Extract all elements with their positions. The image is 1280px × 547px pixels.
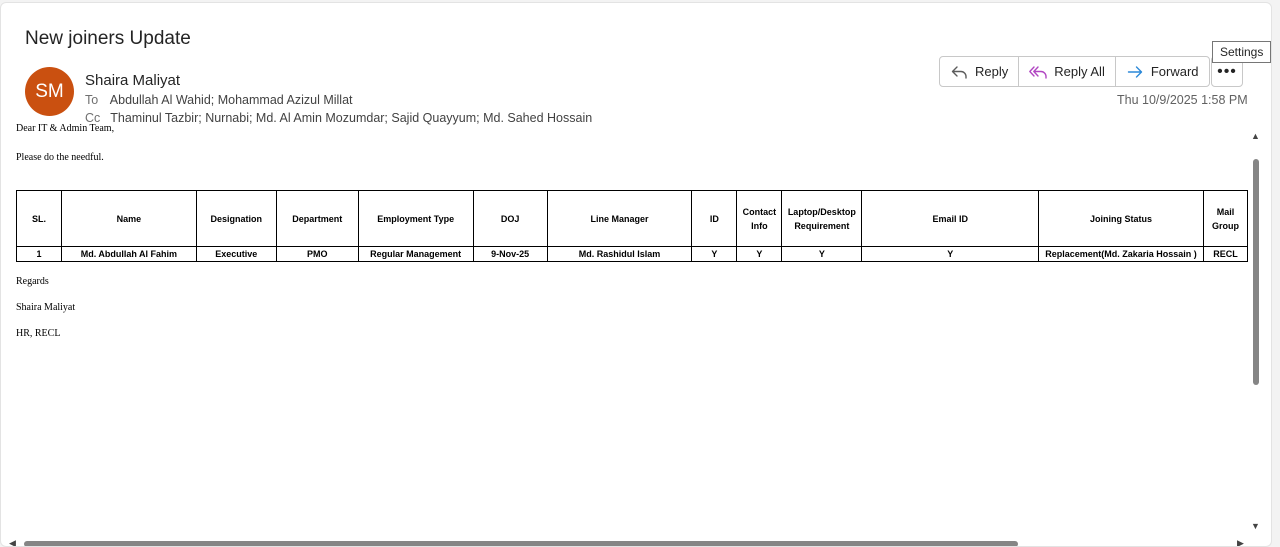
to-recipients[interactable]: Abdullah Al Wahid; Mohammad Azizul Milla… xyxy=(110,93,353,107)
table-cell: Replacement(Md. Zakaria Hossain ) xyxy=(1038,246,1204,262)
forward-icon xyxy=(1127,65,1143,78)
scroll-down-arrow-icon[interactable]: ▼ xyxy=(1251,521,1260,531)
horizontal-scrollbar[interactable]: ◀ ▶ xyxy=(9,538,1249,546)
vertical-scrollbar[interactable]: ▲ ▼ xyxy=(1250,131,1260,536)
greeting-text: Dear IT & Admin Team, xyxy=(16,123,115,134)
col-header: Laptop/Desktop Requirement xyxy=(781,190,863,247)
email-subject: New joiners Update xyxy=(25,28,191,49)
message-body: Dear IT & Admin Team, Please do the need… xyxy=(1,123,1249,536)
table-cell: Regular Management xyxy=(357,246,474,262)
col-header: Name xyxy=(60,190,197,247)
horizontal-scroll-thumb[interactable] xyxy=(24,541,1018,546)
received-date: Thu 10/9/2025 1:58 PM xyxy=(1117,93,1248,107)
scroll-right-arrow-icon[interactable]: ▶ xyxy=(1237,538,1244,546)
message-actions: Reply Reply All Forward xyxy=(939,56,1210,87)
table-row: 1 Md. Abdullah Al Fahim Executive PMO Re… xyxy=(16,246,1249,262)
sender-avatar[interactable]: SM xyxy=(25,67,74,116)
vertical-scroll-thumb[interactable] xyxy=(1253,159,1259,385)
col-header: Contact Info xyxy=(736,190,783,247)
col-header: Employment Type xyxy=(357,190,474,247)
signature-dept: HR, RECL xyxy=(16,328,61,339)
reply-all-label: Reply All xyxy=(1054,64,1105,79)
col-header: Designation xyxy=(195,190,277,247)
col-header: ID xyxy=(691,190,738,247)
reply-button[interactable]: Reply xyxy=(940,57,1020,86)
reading-pane: New joiners Update SM Shaira Maliyat To … xyxy=(0,2,1272,547)
sender-name[interactable]: Shaira Maliyat xyxy=(85,72,180,89)
table-cell: Y xyxy=(781,246,863,262)
scroll-left-arrow-icon[interactable]: ◀ xyxy=(9,538,16,546)
table-cell: Executive xyxy=(195,246,277,262)
table-cell: 1 xyxy=(16,246,62,262)
reply-all-icon xyxy=(1029,65,1047,79)
table-cell: RECL xyxy=(1202,246,1249,262)
col-header: Email ID xyxy=(861,190,1040,247)
table-cell: 9-Nov-25 xyxy=(472,246,548,262)
reply-label: Reply xyxy=(975,64,1009,79)
col-header: SL. xyxy=(16,190,62,247)
col-header: Line Manager xyxy=(546,190,693,247)
col-header: Joining Status xyxy=(1038,190,1204,247)
request-text: Please do the needful. xyxy=(16,152,104,163)
settings-tooltip: Settings xyxy=(1212,41,1272,63)
table-cell: Md. Abdullah Al Fahim xyxy=(60,246,197,262)
table-cell: Y xyxy=(736,246,783,262)
col-header: DOJ xyxy=(472,190,548,247)
to-label: To xyxy=(85,93,99,107)
new-joiners-table: SL. Name Designation Department Employme… xyxy=(16,190,1249,262)
signature-name: Shaira Maliyat xyxy=(16,302,76,313)
to-line: To Abdullah Al Wahid; Mohammad Azizul Mi… xyxy=(85,93,353,107)
reply-icon xyxy=(951,65,967,79)
scroll-up-arrow-icon[interactable]: ▲ xyxy=(1251,131,1260,141)
table-cell: Y xyxy=(861,246,1040,262)
regards-text: Regards xyxy=(16,276,49,287)
reply-all-button[interactable]: Reply All xyxy=(1019,57,1116,86)
col-header: Mail Group xyxy=(1202,190,1249,247)
table-cell: Y xyxy=(691,246,738,262)
table-header-row: SL. Name Designation Department Employme… xyxy=(16,190,1249,247)
forward-label: Forward xyxy=(1150,64,1199,79)
table-cell: Md. Rashidul Islam xyxy=(546,246,693,262)
forward-button[interactable]: Forward xyxy=(1116,57,1209,86)
table-cell: PMO xyxy=(275,246,359,262)
col-header: Department xyxy=(275,190,359,247)
